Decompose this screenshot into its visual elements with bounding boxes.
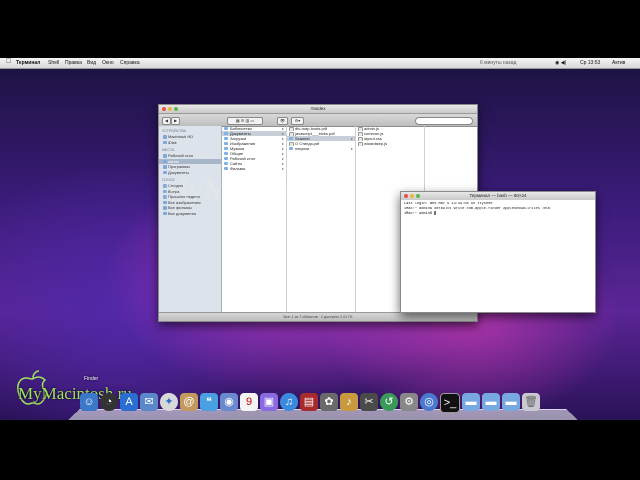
finder-titlebar[interactable]: Yandex xyxy=(159,105,477,114)
view-switcher[interactable]: ▦ ☰ ▥ ▭ xyxy=(227,117,263,125)
mail-icon[interactable]: ✉ xyxy=(140,393,158,411)
terminal-icon[interactable]: >_ xyxy=(440,393,460,413)
ichat-icon[interactable]: ❝ xyxy=(200,393,218,411)
text-cursor xyxy=(434,211,437,216)
terminal-prompt: iMac:~ admin$ xyxy=(404,211,437,217)
zoom-icon[interactable] xyxy=(416,194,420,198)
menu-view[interactable]: Вид xyxy=(87,60,96,66)
list-item[interactable]: Фильмы ▸ xyxy=(222,166,286,171)
list-item[interactable]: покупки ▸ xyxy=(287,146,355,151)
minimize-icon[interactable] xyxy=(168,107,172,111)
column-2: dtc-map-hosts.pdf javascript___tricks.pd… xyxy=(287,126,356,313)
finder-title: Yandex xyxy=(310,106,326,111)
facetime-icon[interactable]: ◉ xyxy=(220,393,238,411)
close-icon[interactable] xyxy=(404,194,408,198)
minimize-icon[interactable] xyxy=(410,194,414,198)
menu-app-name[interactable]: Терминал xyxy=(16,60,40,66)
folder-icon[interactable]: ▬ xyxy=(462,393,480,411)
terminal-title: Терминал — bash — 80×24 xyxy=(469,193,527,198)
menu-user[interactable]: Актив xyxy=(612,60,625,66)
close-icon[interactable] xyxy=(162,107,166,111)
back-button[interactable]: ◀ xyxy=(162,117,171,125)
finder-icon[interactable]: ☺ xyxy=(80,393,98,411)
menu-bar:  Терминал Shell Правка Вид Окно Справка… xyxy=(0,58,640,69)
sidebar-places-header: МЕСТА xyxy=(162,148,175,152)
spotlight-status-icons[interactable]: ◉ ◀) xyxy=(555,60,566,66)
list-item[interactable]: wizardstep.js xyxy=(356,141,424,146)
menu-edit[interactable]: Правка xyxy=(65,60,82,66)
search-input[interactable] xyxy=(415,117,473,125)
quicklook-button[interactable]: 👁 xyxy=(277,117,288,125)
utility-icon[interactable]: ✂ xyxy=(360,393,378,411)
apple-icon[interactable]:  xyxy=(6,58,11,65)
itunes-icon[interactable]: ♫ xyxy=(280,393,298,411)
column-1: Библиотеки ▸ Документы ▸ Загрузки ▸ Изображ… xyxy=(222,126,287,313)
sidebar-item-idisk[interactable]: iDisk xyxy=(159,140,221,146)
dock-tooltip: Finder xyxy=(84,376,99,382)
trash-icon[interactable]: 🗑 xyxy=(522,393,540,411)
zoom-icon[interactable] xyxy=(174,107,178,111)
timemachine-icon[interactable]: ↺ xyxy=(380,393,398,411)
dashboard-icon[interactable]: ◔ xyxy=(100,393,118,411)
terminal-text-area[interactable]: Last login: Wed Mar 9 13:49:08 on ttys00… xyxy=(401,200,595,312)
terminal-window[interactable]: Терминал — bash — 80×24 Last login: Wed … xyxy=(400,191,596,313)
garageband-icon[interactable]: ♪ xyxy=(340,393,358,411)
app-store-icon[interactable]: A xyxy=(120,393,138,411)
sidebar-item-all-documents[interactable]: Все документы xyxy=(159,211,221,217)
menu-help[interactable]: Справка xyxy=(120,60,140,66)
forward-button[interactable]: ▶ xyxy=(171,117,180,125)
photo-booth-icon[interactable]: ▤ xyxy=(300,393,318,411)
downloads-icon[interactable]: ▬ xyxy=(502,393,520,411)
address-book-icon[interactable]: @ xyxy=(180,393,198,411)
safari-icon[interactable]: ✦ xyxy=(160,393,178,411)
documents-icon[interactable]: ▬ xyxy=(482,393,500,411)
network-icon[interactable]: ◎ xyxy=(420,393,438,411)
sidebar-devices-header: УСТРОЙСТВА xyxy=(162,129,186,133)
dock: ☺ ◔ A ✉ ✦ @ ❝ ◉ 9 ▣ ♫ ▤ ✿ ♪ ✂ ↺ ⚙ ◎ >_ ▬… xyxy=(80,393,540,413)
menu-shell[interactable]: Shell xyxy=(48,60,59,66)
menu-clock[interactable]: Ср 13:53 xyxy=(580,60,600,66)
iphoto-icon[interactable]: ✿ xyxy=(320,393,338,411)
menu-window[interactable]: Окно xyxy=(102,60,114,66)
action-gear-icon[interactable]: ⚙▾ xyxy=(291,117,304,125)
finder-statusbar: Все: 1 из 7 объектов · 2 доступно 2,01 Г… xyxy=(159,312,477,321)
finder-sidebar: УСТРОЙСТВА Macintosh HD iDisk МЕСТА Рабо… xyxy=(159,126,222,313)
watermark: MyMacintosh xyxy=(162,172,331,205)
calendar-icon[interactable]: 9 xyxy=(240,393,258,411)
preview-icon[interactable]: ▣ xyxy=(260,393,278,411)
status-notice: 6 минуты назад xyxy=(480,60,517,66)
system-prefs-icon[interactable]: ⚙ xyxy=(400,393,418,411)
